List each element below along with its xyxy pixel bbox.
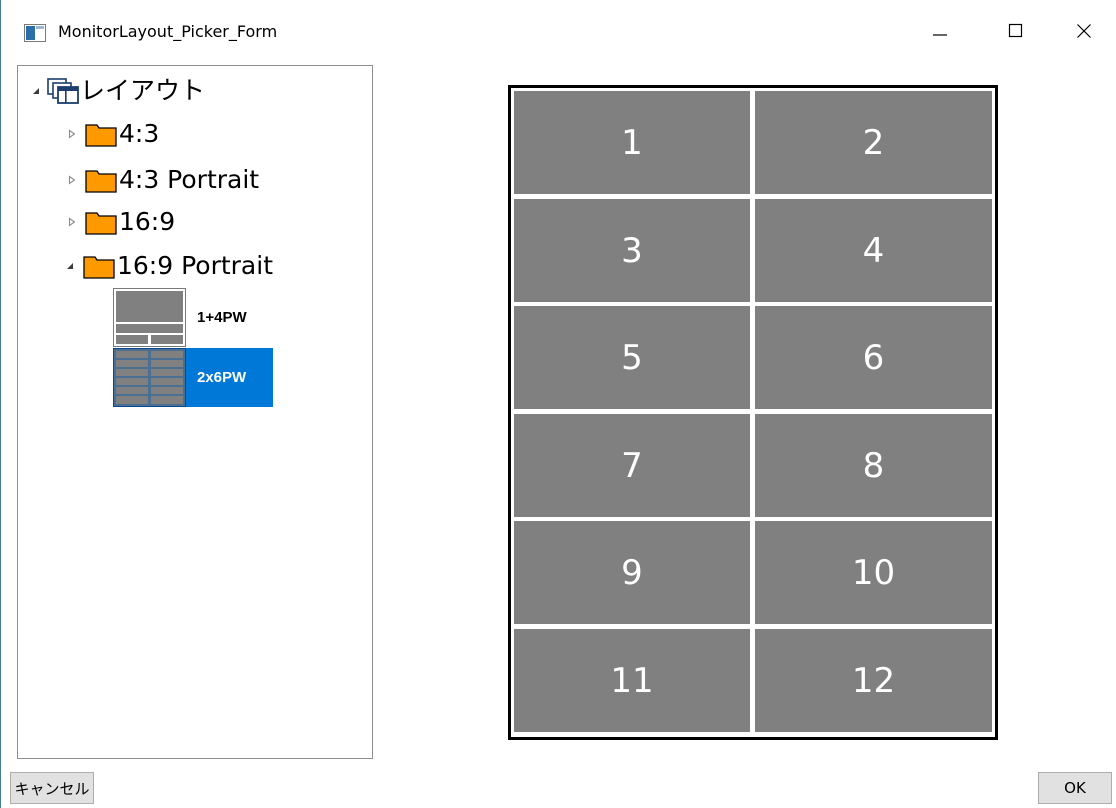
tree-folder-16-9-portrait[interactable]: 16:9 Portrait bbox=[61, 247, 273, 285]
layout-1-4pw-thumbnail-icon bbox=[113, 287, 186, 347]
preview-cell-3: 3 bbox=[514, 199, 750, 302]
tree-folder-label: 4:3 bbox=[119, 119, 160, 148]
cancel-button[interactable]: キャンセル bbox=[10, 772, 94, 804]
ok-button[interactable]: OK bbox=[1038, 772, 1112, 804]
tree-folder-label: 16:9 bbox=[119, 207, 176, 236]
folder-icon bbox=[85, 124, 117, 147]
layout-tree[interactable]: レイアウト 4:3 4:3 Portrait 16:9 16:9 Portrai… bbox=[17, 65, 373, 759]
preview-cell-7: 7 bbox=[514, 414, 750, 517]
expanded-arrow-icon[interactable] bbox=[63, 259, 77, 273]
tree-root-label: レイアウト bbox=[80, 76, 206, 105]
maximize-icon bbox=[1008, 23, 1023, 38]
tree-folder-16-9[interactable]: 16:9 bbox=[65, 203, 175, 241]
title-bar: MonitorLayout_Picker_Form bbox=[1, 0, 1116, 62]
collapsed-arrow-icon[interactable] bbox=[65, 215, 79, 229]
preview-cell-10: 10 bbox=[755, 521, 992, 624]
app-icon bbox=[24, 24, 46, 42]
minimize-icon bbox=[933, 34, 947, 36]
preview-cell-12: 12 bbox=[755, 629, 992, 732]
tree-folder-4-3-portrait[interactable]: 4:3 Portrait bbox=[65, 161, 259, 199]
folder-icon bbox=[83, 256, 115, 279]
expanded-arrow-icon[interactable] bbox=[29, 84, 43, 98]
tree-folder-label: 4:3 Portrait bbox=[119, 165, 260, 194]
tree-layout-2x6pw[interactable]: 2x6PW bbox=[113, 348, 273, 407]
folder-icon bbox=[85, 212, 117, 235]
layout-2x6pw-thumbnail-icon bbox=[113, 348, 186, 407]
maximize-button[interactable] bbox=[985, 0, 1047, 62]
preview-cell-8: 8 bbox=[755, 414, 992, 517]
preview-cell-2: 2 bbox=[755, 91, 992, 194]
preview-cell-5: 5 bbox=[514, 306, 750, 409]
tree-folder-label: 16:9 Portrait bbox=[117, 251, 273, 280]
tree-folder-4-3[interactable]: 4:3 bbox=[65, 115, 159, 153]
window-border bbox=[0, 0, 1, 808]
close-icon bbox=[1077, 24, 1091, 38]
layout-preview: 1 2 3 4 5 6 7 8 9 10 11 12 bbox=[508, 85, 998, 740]
folder-icon bbox=[85, 170, 117, 193]
preview-cell-11: 11 bbox=[514, 629, 750, 732]
layout-label: 1+4PW bbox=[197, 308, 247, 326]
tree-root-node[interactable]: レイアウト bbox=[29, 72, 205, 110]
preview-cell-6: 6 bbox=[755, 306, 992, 409]
layout-label: 2x6PW bbox=[197, 369, 247, 386]
close-button[interactable] bbox=[1053, 0, 1115, 62]
main-window: MonitorLayout_Picker_Form レイアウト 4:3 4:3 … bbox=[0, 0, 1116, 808]
window-title: MonitorLayout_Picker_Form bbox=[58, 22, 278, 41]
minimize-button[interactable] bbox=[908, 0, 970, 62]
tree-layout-1-4pw[interactable]: 1+4PW bbox=[113, 287, 247, 347]
preview-cell-1: 1 bbox=[514, 91, 750, 194]
preview-cell-4: 4 bbox=[755, 199, 992, 302]
collapsed-arrow-icon[interactable] bbox=[65, 173, 79, 187]
collapsed-arrow-icon[interactable] bbox=[65, 127, 79, 141]
layout-windows-icon bbox=[47, 78, 79, 104]
preview-cell-9: 9 bbox=[514, 521, 750, 624]
